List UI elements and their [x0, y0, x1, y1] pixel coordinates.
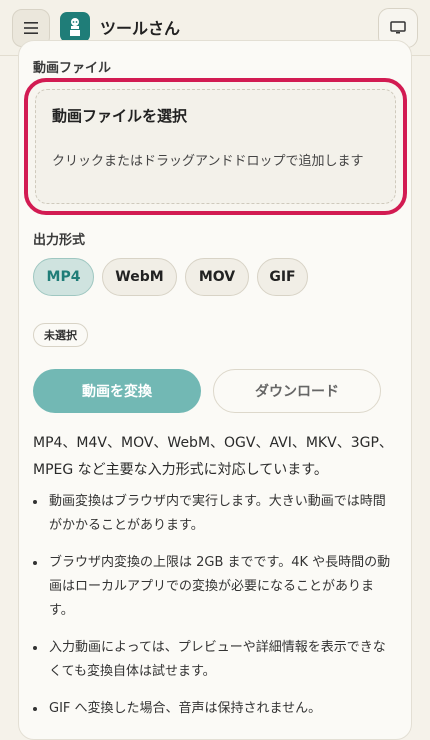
dropzone-description: クリックまたはドラッグアンドドロップで追加します: [52, 154, 364, 169]
download-button[interactable]: ダウンロード: [213, 369, 381, 413]
format-gif-button[interactable]: GIF: [257, 258, 308, 296]
note-text: 入力動画によっては、プレビューや詳細情報を表示できなくても変換自体は試せます。: [49, 640, 386, 679]
note-text: GIF へ変換した場合、音声は保持されません。: [49, 701, 322, 716]
monitor-icon: [390, 21, 406, 34]
dropzone-title: 動画ファイルを選択: [52, 107, 188, 125]
list-item: 入力動画によっては、プレビューや詳細情報を表示できなくても変換自体は試せます。: [33, 636, 398, 684]
notes-list: 動画変換はブラウザ内で実行します。大きい動画では時間がかかることがあります。 ブ…: [33, 490, 398, 734]
note-text: ブラウザ内変換の上限は 2GB までです。4K や長時間の動画はローカルアプリで…: [49, 555, 391, 618]
format-mov-button[interactable]: MOV: [185, 258, 249, 296]
status-badge: 未選択: [33, 323, 88, 347]
app-logo-icon: [70, 18, 80, 36]
video-file-label: 動画ファイル: [33, 61, 112, 76]
format-mp4-button[interactable]: MP4: [33, 258, 94, 296]
convert-button[interactable]: 動画を変換: [33, 369, 201, 413]
output-format-label: 出力形式: [33, 233, 86, 248]
list-item: ブラウザ内変換の上限は 2GB までです。4K や長時間の動画はローカルアプリで…: [33, 551, 398, 623]
note-text: 動画変換はブラウザ内で実行します。大きい動画では時間がかかることがあります。: [49, 494, 386, 533]
list-item: GIF へ変換した場合、音声は保持されません。: [33, 697, 398, 721]
file-dropzone[interactable]: 動画ファイルを選択 クリックまたはドラッグアンドドロップで追加します: [24, 78, 407, 215]
dropzone-inner[interactable]: 動画ファイルを選択 クリックまたはドラッグアンドドロップで追加します: [35, 89, 396, 204]
format-webm-button[interactable]: WebM: [102, 258, 177, 296]
hamburger-icon: [24, 22, 38, 34]
app-title: ツールさん: [100, 19, 181, 38]
supported-formats-text: MP4、M4V、MOV、WebM、OGV、AVI、MKV、3GP、MPEG など…: [33, 435, 393, 478]
app-logo[interactable]: [60, 12, 90, 42]
list-item: 動画変換はブラウザ内で実行します。大きい動画では時間がかかることがあります。: [33, 490, 398, 538]
